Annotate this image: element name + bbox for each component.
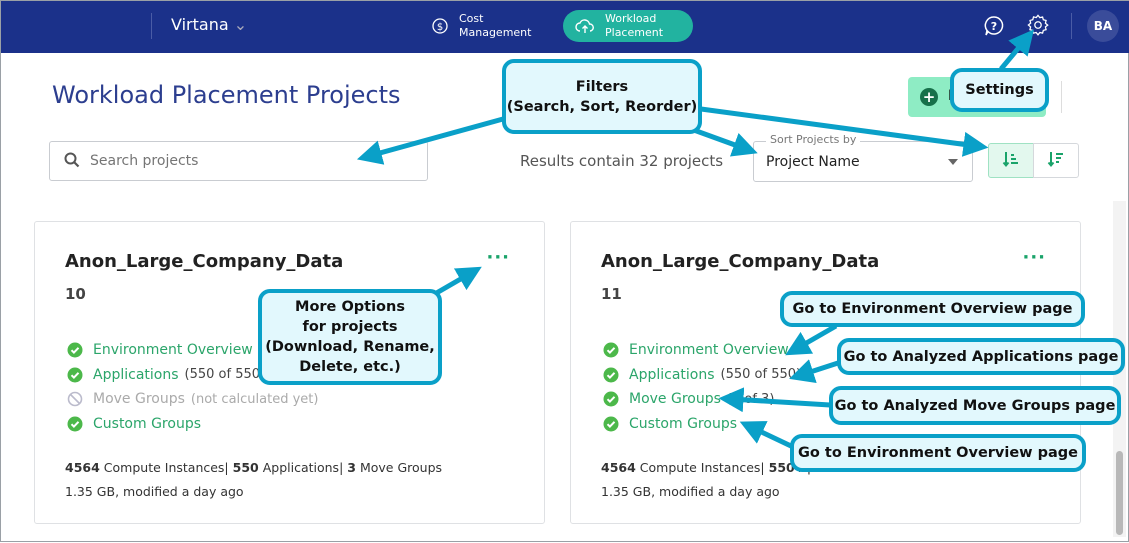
project-link[interactable]: Environment Overview [603, 342, 795, 358]
link-extra: (550 of 550) [184, 367, 266, 382]
plus-icon: + [920, 88, 938, 106]
link-extra: (3 of 3) [726, 391, 775, 407]
callout-applications: Go to Analyzed Applications page [837, 338, 1125, 375]
check-circle-icon [67, 342, 83, 358]
brand-switcher[interactable]: Virtana ⌄ [171, 15, 247, 34]
project-id: 11 [601, 285, 622, 303]
top-nav: Virtana ⌄ $ Cost Management Workload Pla… [1, 1, 1129, 53]
project-link[interactable]: Move Groups (3 of 3) [603, 391, 774, 407]
check-circle-icon [603, 367, 619, 383]
link-extra: (550 of 550) [720, 367, 802, 382]
page-title: Workload Placement Projects [52, 81, 401, 109]
svg-text:$: $ [437, 22, 443, 33]
project-stats: 4564 Compute Instances| 550 Ap [601, 460, 815, 475]
stat-label: Applications| [262, 460, 344, 475]
link-label: Move Groups [93, 391, 185, 407]
results-count: Results contain 32 projects [520, 152, 724, 170]
sort-descending-icon [1047, 150, 1065, 172]
nav-cost-management[interactable]: $ Cost Management [419, 10, 546, 42]
more-options-icon[interactable]: ··· [486, 249, 510, 267]
divider [1071, 13, 1072, 39]
chevron-down-icon: ⌄ [233, 15, 248, 34]
callout-filters: Filters (Search, Sort, Reorder) [502, 59, 702, 134]
check-circle-icon [603, 391, 619, 407]
project-link[interactable]: Applications (550 of 550) [67, 367, 265, 383]
callout-more-options: More Options for projects (Download, Renam… [258, 289, 442, 385]
cloud-upload-icon [575, 18, 595, 34]
link-label: Applications [629, 366, 715, 383]
help-icon[interactable]: ? [983, 15, 1005, 37]
callout-text: for projects [302, 319, 398, 335]
divider [151, 13, 152, 39]
nav-label: Workload Placement [605, 12, 664, 39]
link-label: Custom Groups [93, 415, 202, 432]
project-link[interactable]: Custom Groups [603, 416, 743, 432]
scrollbar-thumb[interactable] [1116, 451, 1123, 535]
link-label: Environment Overview [629, 342, 789, 358]
svg-text:?: ? [991, 20, 997, 33]
ban-icon [67, 391, 83, 407]
nav-workload-placement[interactable]: Workload Placement [563, 10, 693, 42]
sort-ascending-button[interactable] [988, 143, 1034, 178]
project-name[interactable]: Anon_Large_Company_Data [65, 251, 343, 272]
dollar-icon: $ [431, 17, 449, 35]
link-label: Move Groups [629, 391, 721, 407]
sort-value: Project Name [766, 154, 860, 170]
divider [1061, 81, 1062, 113]
callout-text: (Download, Rename, [265, 339, 435, 355]
check-circle-icon [603, 416, 619, 432]
arrow [690, 126, 758, 157]
avatar[interactable]: BA [1087, 10, 1119, 42]
sort-descending-button[interactable] [1033, 143, 1079, 178]
stat-value: 4564 [601, 460, 636, 475]
link-label: Environment Overview [93, 342, 253, 358]
callout-custom-groups: Go to Environment Overview page [790, 434, 1086, 472]
stat-label: Compute Instances| [639, 460, 765, 475]
search-icon [64, 152, 80, 172]
callout-text: Filters [575, 78, 629, 95]
link-label: Applications [93, 366, 179, 383]
project-id: 10 [65, 285, 86, 303]
callout-text: Delete, etc.) [299, 359, 401, 375]
stat-label: Compute Instances| [103, 460, 229, 475]
stat-value: 3 [347, 460, 356, 475]
project-name[interactable]: Anon_Large_Company_Data [601, 251, 879, 272]
check-circle-icon [67, 367, 83, 383]
link-extra: (not calculated yet) [190, 391, 319, 407]
project-stats: 4564 Compute Instances| 550 Applications… [65, 460, 442, 475]
project-modified: 1.35 GB, modified a day ago [601, 484, 780, 499]
project-link: Move Groups (not calculated yet) [67, 391, 318, 407]
gear-icon[interactable] [1027, 14, 1049, 36]
brand-label: Virtana [171, 15, 229, 34]
stat-value: 550 [232, 460, 259, 475]
stat-value: 4564 [65, 460, 100, 475]
callout-text: (Search, Sort, Reorder) [506, 98, 698, 115]
more-options-icon[interactable]: ··· [1022, 249, 1046, 267]
stat-label: Move Groups [359, 460, 443, 475]
project-modified: 1.35 GB, modified a day ago [65, 484, 244, 499]
check-circle-icon [603, 342, 619, 358]
link-label: Custom Groups [629, 415, 738, 432]
sort-select[interactable]: Sort Projects by Project Name [753, 133, 973, 182]
callout-settings: Settings [950, 68, 1049, 112]
callout-text: More Options [295, 299, 405, 315]
caret-down-icon [948, 159, 958, 170]
callout-move-groups: Go to Analyzed Move Groups page [829, 386, 1121, 425]
check-circle-icon [67, 416, 83, 432]
project-link[interactable]: Applications (550 of 550) [603, 367, 801, 383]
sort-label: Sort Projects by [766, 133, 861, 146]
project-link[interactable]: Environment Overview [67, 342, 259, 358]
callout-env-overview: Go to Environment Overview page [780, 291, 1085, 327]
project-link[interactable]: Custom Groups [67, 416, 207, 432]
sort-ascending-icon [1002, 150, 1020, 172]
nav-label: Cost Management [459, 12, 532, 39]
search-input[interactable] [49, 141, 428, 181]
